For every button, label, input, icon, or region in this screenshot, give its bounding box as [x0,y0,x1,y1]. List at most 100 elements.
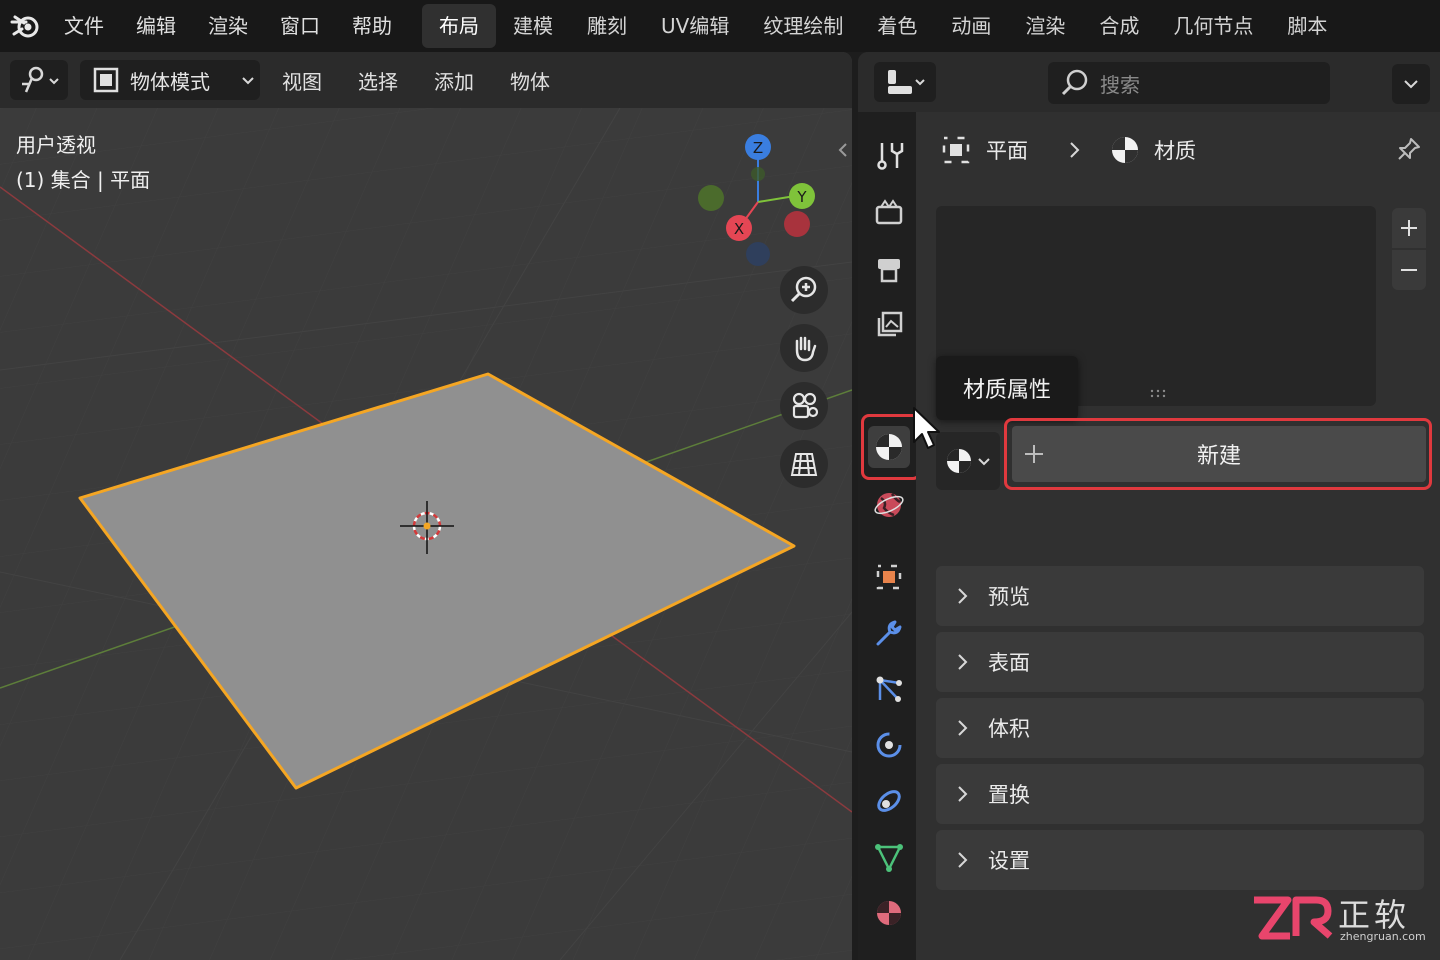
camera-view-button[interactable] [780,382,828,430]
tab-modeling[interactable]: 建模 [496,4,570,48]
panel-label: 表面 [988,651,1030,675]
properties-editor: 搜索 平面 材质 材质属性 新建 预览 表面 体积 置换 设置 [858,52,1440,960]
chevron-right-icon [958,720,968,736]
chevron-right-icon [958,654,968,670]
mode-label: 物体模式 [130,69,210,94]
add-slot-button[interactable] [1392,208,1426,248]
tab-modifiers[interactable] [868,612,910,654]
tab-object[interactable] [868,556,910,598]
tooltip: 材质属性 [936,356,1078,420]
panel-label: 体积 [988,717,1030,741]
wrench-icon [876,620,902,646]
tab-sculpting[interactable]: 雕刻 [570,4,644,48]
mouse-cursor-icon [913,407,940,449]
tab-physics[interactable] [868,724,910,766]
world-icon [874,493,904,517]
panel-label: 设置 [988,849,1030,873]
tab-material[interactable] [868,892,910,934]
tab-constraints[interactable] [868,780,910,822]
menu-help[interactable]: 帮助 [336,0,408,52]
viewport-info-overlay: 用户透视 (1) 集合 | 平面 [16,128,150,198]
blender-logo-icon[interactable] [8,10,44,42]
search-placeholder: 搜索 [1100,72,1140,97]
tab-rendering[interactable]: 渲染 [1008,4,1082,48]
material-icon [877,901,901,925]
panel-settings[interactable]: 设置 [936,830,1424,890]
tab-layout[interactable]: 布局 [422,4,496,48]
menu-window[interactable]: 窗口 [264,0,336,52]
properties-header: 搜索 [858,52,1440,112]
render-camera-icon [875,199,903,225]
tab-animation[interactable]: 动画 [934,4,1008,48]
output-printer-icon [878,259,900,283]
gizmo-y-label: Y [796,188,807,206]
viewport-menu: 视图 选择 添加 物体 [264,52,568,108]
highlight-box-new [1004,418,1432,490]
tab-particles[interactable] [868,668,910,710]
tab-uv-editing[interactable]: UV编辑 [644,4,746,48]
zoom-in-icon [790,276,817,303]
menu-view[interactable]: 视图 [264,66,340,95]
tab-texture[interactable] [868,954,910,960]
resize-grip-icon[interactable] [1148,388,1168,398]
panel-displacement[interactable]: 置换 [936,764,1424,824]
sidebar-toggle-chevron-icon[interactable] [836,140,850,160]
menu-object[interactable]: 物体 [492,66,568,95]
active-object-path: (1) 集合 | 平面 [16,168,151,192]
object-icon [942,136,970,164]
tab-view-layer[interactable] [868,304,910,346]
menu-render[interactable]: 渲染 [192,0,264,52]
breadcrumb: 平面 材质 [938,128,1196,172]
zr-logo-icon [1254,896,1333,940]
properties-editor-type-dropdown[interactable] [874,62,936,102]
tab-world[interactable] [868,484,910,526]
mode-dropdown[interactable]: 物体模式 [80,60,260,100]
tab-object-data[interactable] [868,836,910,878]
chevron-right-icon [958,852,968,868]
tab-output[interactable] [868,248,910,290]
watermark-domain: zhengruan.com [1340,930,1426,943]
menu-add[interactable]: 添加 [416,66,492,95]
gizmo-x-label: X [734,220,744,238]
panel-preview[interactable]: 预览 [936,566,1424,626]
particles-icon [876,676,902,702]
watermark: 正软 zhengruan.com [1250,890,1430,950]
tab-texture-paint[interactable]: 纹理绘制 [746,4,860,48]
minus-icon [1401,269,1417,271]
3d-viewport[interactable]: Z Y X 物体模式 视图 选择 添加 物体 用户透视 (1) 集合 | 平面 [0,52,852,960]
menu-select[interactable]: 选择 [340,66,416,95]
physics-icon [876,732,902,758]
tab-tool[interactable] [868,134,910,176]
chevron-right-icon [958,588,968,604]
tab-render[interactable] [868,192,910,234]
panel-label: 预览 [988,585,1030,609]
menu-edit[interactable]: 编辑 [120,0,192,52]
properties-editor-icon [888,70,925,94]
options-dropdown[interactable] [1392,64,1430,104]
tab-geometry-nodes[interactable]: 几何节点 [1156,4,1270,48]
tab-shading[interactable]: 着色 [860,4,934,48]
object-mode-icon [93,67,119,93]
object-orange-icon [876,564,902,590]
breadcrumb-section: 材质 [1154,139,1196,163]
zoom-button[interactable] [780,266,828,314]
browse-material-dropdown[interactable] [936,432,1000,490]
menu-file[interactable]: 文件 [48,0,120,52]
panel-volume[interactable]: 体积 [936,698,1424,758]
material-sphere-icon [947,449,971,473]
top-menu-bar: 文件 编辑 渲染 窗口 帮助 布局 建模 雕刻 UV编辑 纹理绘制 着色 动画 … [0,0,1440,52]
panel-surface[interactable]: 表面 [936,632,1424,692]
breadcrumb-object: 平面 [986,139,1028,163]
editor-type-dropdown[interactable] [10,60,68,100]
remove-slot-button[interactable] [1392,250,1426,290]
chevron-right-icon [958,786,968,802]
properties-search[interactable]: 搜索 [1048,62,1330,104]
pan-button[interactable] [780,324,828,372]
tab-scripting[interactable]: 脚本 [1270,4,1344,48]
tab-compositing[interactable]: 合成 [1082,4,1156,48]
constraints-icon [877,790,901,812]
panel-label: 置换 [988,783,1030,807]
perspective-toggle-button[interactable] [780,440,828,488]
pin-icon[interactable] [1396,136,1422,162]
camera-icon [792,392,819,419]
